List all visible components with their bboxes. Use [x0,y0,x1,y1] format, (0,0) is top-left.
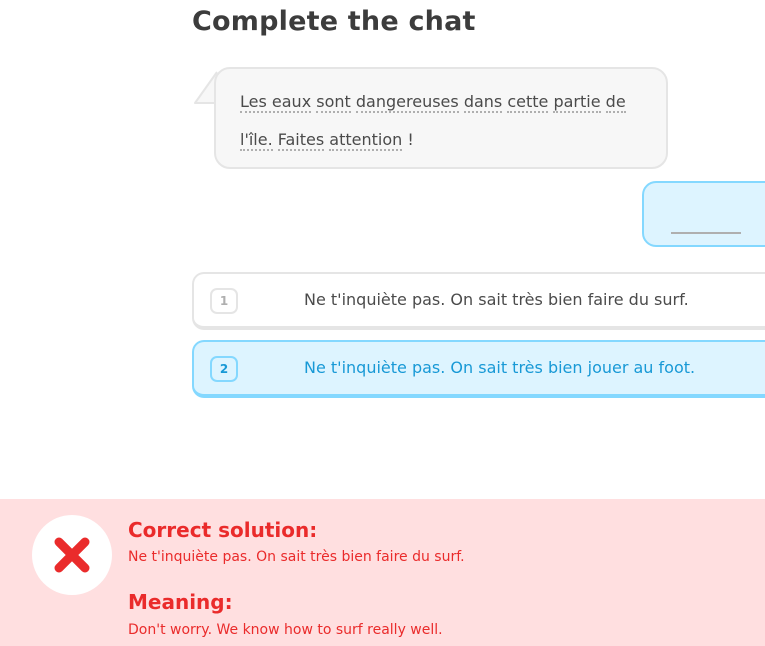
answer-blank [671,232,741,234]
challenge-page: Complete the chat Les eaux sont dangereu… [0,0,765,646]
prompt-word[interactable]: dangereuses [355,92,459,113]
option-number-badge: 1 [210,288,238,314]
prompt-text: Les eaux sont dangereuses dans cette par… [240,83,650,159]
prompt-word[interactable]: sont [316,92,351,113]
feedback-icon-circle [32,515,112,595]
correct-solution-text: Ne t'inquiète pas. On sait très bien fai… [128,549,465,565]
prompt-word[interactable]: attention [329,130,403,151]
option-text: Ne t'inquiète pas. On sait très bien fai… [304,290,689,309]
prompt-word[interactable]: de [605,92,626,113]
option-number-badge: 2 [210,356,238,382]
incorrect-feedback-panel: Correct solution: Ne t'inquiète pas. On … [0,499,765,646]
prompt-word[interactable]: partie [553,92,601,113]
meaning-heading: Meaning: [128,590,233,614]
answer-option-2-selected[interactable]: 2 Ne t'inquiète pas. On sait très bien j… [192,340,765,398]
meaning-text: Don't worry. We know how to surf really … [128,622,443,638]
prompt-word[interactable]: Faites [277,130,325,151]
prompt-word[interactable]: cette [507,92,549,113]
x-mark-icon [54,537,90,573]
prompt-word[interactable]: dans [463,92,503,113]
prompt-speech-bubble: Les eaux sont dangereuses dans cette par… [214,67,668,169]
prompt-word[interactable]: Les eaux [240,92,312,113]
answer-option-1[interactable]: 1 Ne t'inquiète pas. On sait très bien f… [192,272,765,330]
prompt-word[interactable]: l'île. [240,130,273,151]
prompt-punctuation: ! [407,130,414,149]
option-text: Ne t'inquiète pas. On sait très bien jou… [304,358,696,377]
page-title: Complete the chat [192,6,476,37]
reply-bubble [642,181,765,247]
correct-solution-heading: Correct solution: [128,518,318,542]
